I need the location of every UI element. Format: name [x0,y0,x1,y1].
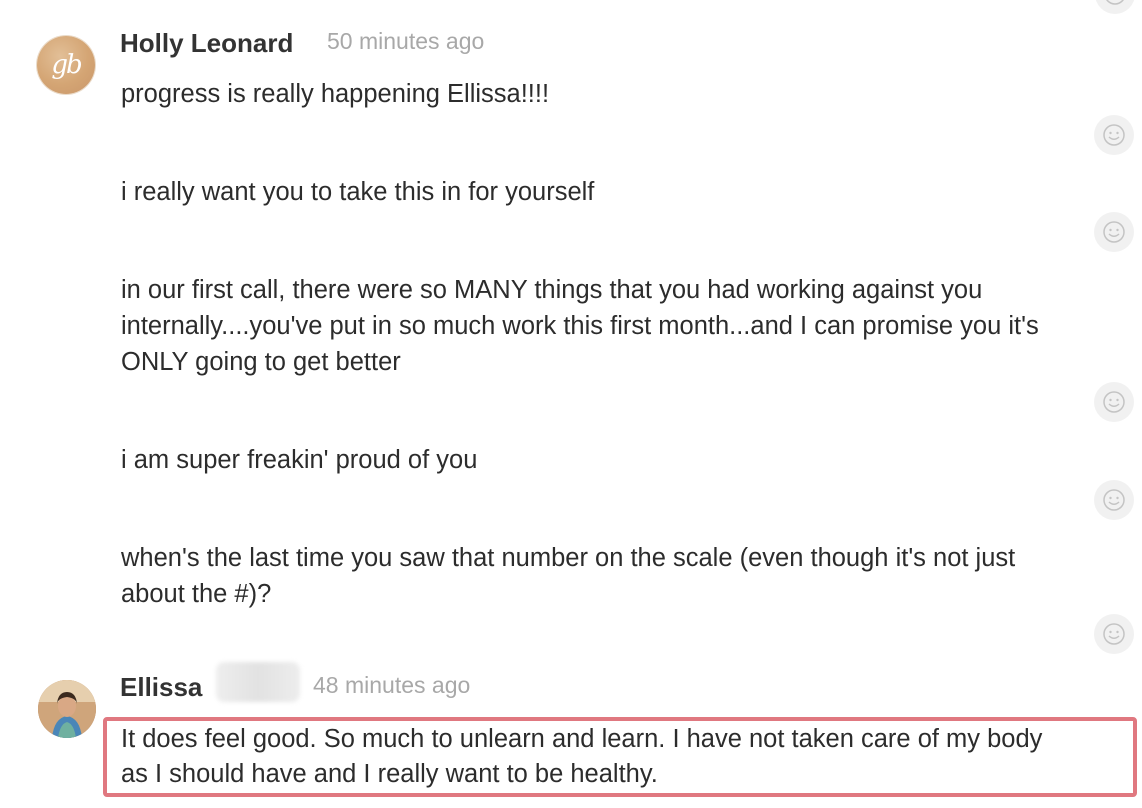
highlighted-message-outline [103,717,1137,797]
message-text: i really want you to take this in for yo… [121,178,595,206]
smiley-icon [1103,221,1125,243]
add-reaction-button[interactable] [1094,212,1134,252]
message-timestamp[interactable]: 48 minutes ago [313,672,470,699]
smiley-icon [1103,391,1125,413]
message-text: ONLY going to get better [121,348,401,376]
smiley-icon [1106,0,1124,5]
author-name[interactable]: Holly Leonard [120,28,293,59]
user-photo-icon [38,680,96,738]
add-reaction-button[interactable] [1094,115,1134,155]
avatar-monogram: gb [51,50,82,80]
message-text: internally....you've put in so much work… [121,312,1039,340]
author-name[interactable]: Ellissa [120,672,202,703]
message-text: i am super freakin' proud of you [121,446,478,474]
message-text: in our first call, there were so MANY th… [121,276,983,304]
message-text: progress is really happening Ellissa!!!! [121,80,550,108]
avatar[interactable] [38,680,96,738]
add-reaction-button[interactable] [1094,614,1134,654]
add-reaction-button[interactable] [1095,0,1135,14]
smiley-icon [1103,623,1125,645]
smiley-icon [1103,489,1125,511]
add-reaction-button[interactable] [1094,480,1134,520]
message-text: about the #)? [121,580,272,608]
redacted-surname [216,662,300,702]
message-timestamp[interactable]: 50 minutes ago [327,28,484,55]
chat-thread: gb Holly Leonard 50 minutes ago progress… [0,0,1142,808]
message-text: when's the last time you saw that number… [121,544,1016,572]
add-reaction-button[interactable] [1094,382,1134,422]
smiley-icon [1103,124,1125,146]
avatar[interactable]: gb [37,36,95,94]
